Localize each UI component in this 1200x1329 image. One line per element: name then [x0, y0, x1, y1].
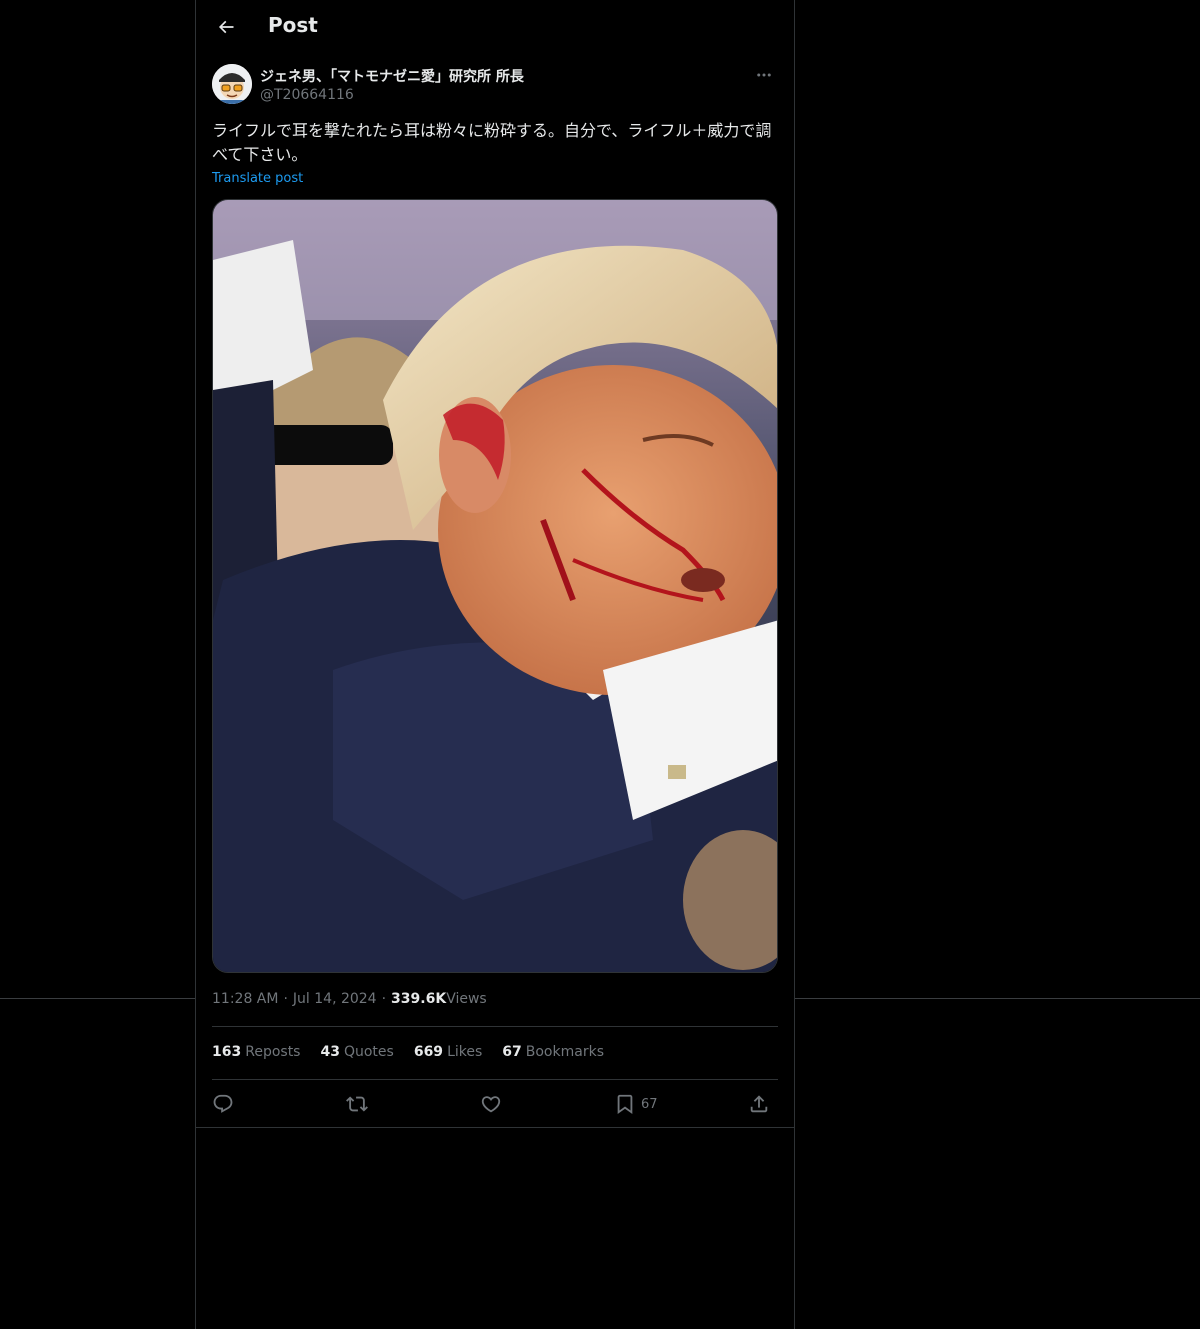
post-time[interactable]: 11:28 AM: [212, 991, 278, 1007]
divider: [212, 1079, 778, 1080]
post-date[interactable]: Jul 14, 2024: [293, 991, 377, 1007]
heart-icon: [481, 1096, 501, 1113]
quotes-stat[interactable]: 43 Quotes: [320, 1044, 393, 1060]
post-text: ライフルで耳を撃たれたら耳は粉々に粉砕する。自分で、ライフル＋威力で調べて下さい…: [212, 121, 772, 164]
repost-icon: [346, 1096, 368, 1112]
back-button[interactable]: [208, 9, 244, 45]
repost-button[interactable]: [346, 1086, 368, 1122]
post-photo[interactable]: [212, 199, 778, 973]
post-metadata: 11:28 AM · Jul 14, 2024 · 339.6KViews: [212, 991, 487, 1007]
engagement-stats: 163 Reposts 43 Quotes 669 Likes 67 Bookmarks: [212, 1044, 604, 1060]
share-icon: [750, 1095, 768, 1113]
share-button[interactable]: [748, 1086, 770, 1122]
views-count: 339.6K: [391, 991, 447, 1007]
bookmark-button[interactable]: 67: [614, 1086, 658, 1122]
reply-icon: [213, 1094, 233, 1113]
divider: [196, 1127, 794, 1128]
like-button[interactable]: [480, 1086, 502, 1122]
bookmarks-stat[interactable]: 67 Bookmarks: [502, 1044, 604, 1060]
views-label: Views: [446, 991, 487, 1007]
arrow-left-icon: [218, 20, 234, 34]
reposts-stat[interactable]: 163 Reposts: [212, 1044, 300, 1060]
photo-illustration: [213, 200, 777, 972]
post-author: ジェネ男、「マトモナゼニ愛」研究所 所長 @T20664116: [212, 64, 778, 108]
author-display-name[interactable]: ジェネ男、「マトモナゼニ愛」研究所 所長: [260, 66, 524, 86]
divider: [212, 1026, 778, 1027]
more-horizontal-icon: [757, 73, 771, 77]
action-bar: 67: [212, 1086, 778, 1122]
more-options-button[interactable]: [750, 64, 778, 86]
reply-button[interactable]: [212, 1086, 234, 1122]
bookmark-count: 67: [641, 1096, 658, 1112]
translate-post-link[interactable]: Translate post: [212, 171, 303, 186]
bookmark-icon: [617, 1094, 633, 1115]
author-handle[interactable]: @T20664116: [260, 87, 354, 103]
page-header: Post: [196, 0, 794, 54]
post-column: Post ジェネ男、「マトモナゼニ愛」研究所 所長 @T20664116 ライフ…: [195, 0, 795, 1329]
likes-stat[interactable]: 669 Likes: [414, 1044, 482, 1060]
avatar[interactable]: [212, 64, 252, 104]
page-title: Post: [268, 13, 318, 37]
